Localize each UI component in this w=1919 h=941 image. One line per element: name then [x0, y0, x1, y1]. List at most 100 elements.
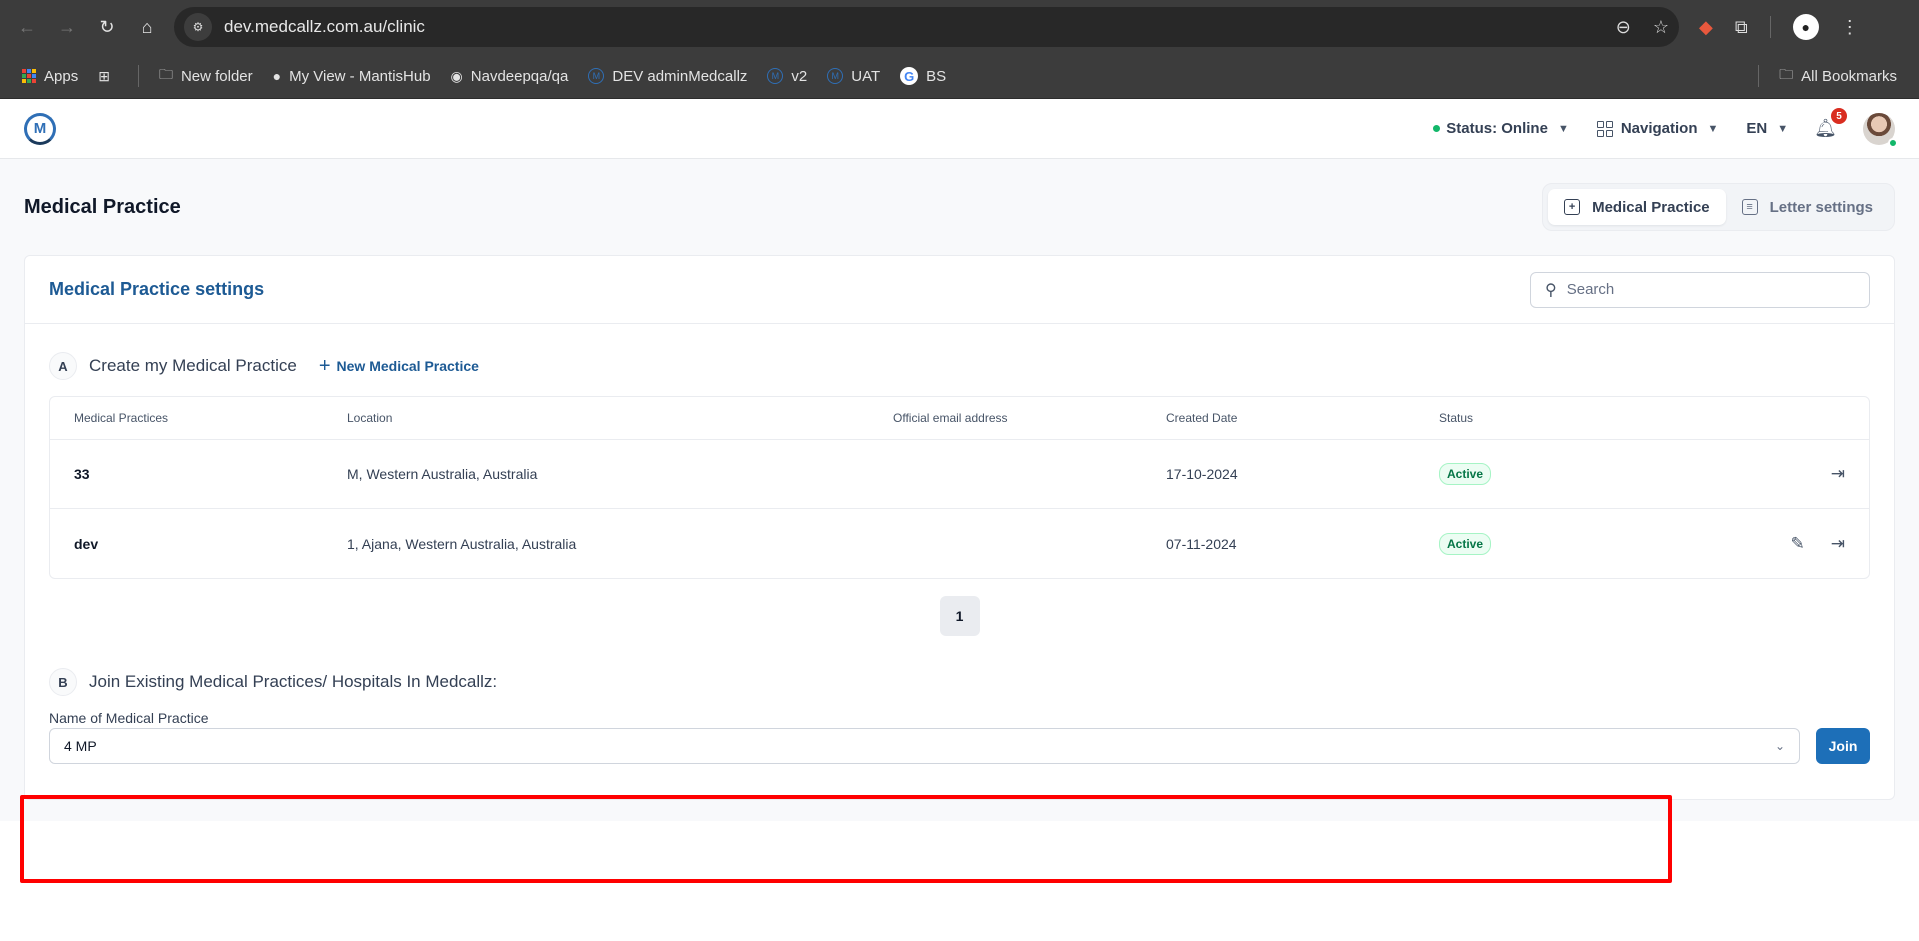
notification-count-badge: 5 — [1831, 108, 1847, 124]
bookmarks-divider — [137, 65, 139, 87]
table-row[interactable]: dev 1, Ajana, Western Australia, Austral… — [50, 509, 1869, 578]
card-title: Medical Practice settings — [49, 279, 265, 299]
join-button[interactable]: Join — [1816, 728, 1870, 764]
bookmark-v2[interactable]: Mv2 — [767, 68, 807, 85]
status-badge: Active — [1439, 463, 1492, 485]
column-header[interactable]: Status — [1439, 411, 1639, 425]
section-title: Create my Medical Practice — [89, 356, 297, 375]
chevron-down-icon: ⌄ — [1774, 739, 1785, 753]
folder-icon: 🗀 — [1779, 66, 1794, 82]
url-text[interactable]: dev.medcallz.com.au/clinic — [224, 17, 1594, 37]
table-row[interactable]: 33 M, Western Australia, Australia 17-10… — [50, 440, 1869, 509]
status-badge: Active — [1439, 532, 1492, 555]
page-number-button[interactable]: 1 — [939, 596, 980, 636]
practices-table: Medical Practices Location Official emai… — [49, 396, 1870, 579]
search-box[interactable]: ⚲ — [1530, 271, 1870, 308]
edit-pencil-icon[interactable]: ✎ — [1791, 534, 1805, 554]
medcallz-logo[interactable]: M — [24, 112, 56, 145]
reload-button[interactable]: ↻ — [90, 10, 124, 44]
search-icon: ⚲ — [1545, 281, 1557, 299]
forward-button[interactable]: → — [50, 10, 84, 44]
exit-practice-icon[interactable]: ⇥ — [1831, 534, 1845, 554]
chevron-down-icon: ▼ — [1777, 122, 1789, 135]
section-letter: B — [49, 668, 77, 696]
section-title: Join Existing Medical Practices/ Hospita… — [89, 672, 498, 691]
menu-kebab-icon[interactable]: ⋮ — [1841, 17, 1859, 38]
site-settings-icon[interactable]: ⚙ — [184, 13, 212, 41]
toolbar-divider — [1769, 16, 1771, 38]
bookmark-uat[interactable]: M UAT — [827, 68, 880, 85]
tab-letter-settings[interactable]: ≡ Letter settings — [1726, 189, 1889, 225]
medcallz-icon: M — [827, 68, 844, 84]
pagination: 1 — [49, 596, 1870, 636]
browser-toolbar: ← → ↻ ⌂ ⚙ dev.medcallz.com.au/clinic ⊖ ☆… — [0, 0, 1919, 54]
bookmark-bs[interactable]: G BS — [900, 67, 946, 85]
home-button[interactable]: ⌂ — [130, 10, 164, 44]
tab-groups-icon: ⊞ — [98, 67, 110, 84]
chevron-down-icon: ▼ — [1557, 122, 1569, 135]
bookmarks-bar: Apps ⊞ 🗀 New folder ● My View - MantisHub … — [0, 54, 1919, 99]
apps-grid-icon — [22, 69, 36, 83]
github-icon: ◉ — [450, 67, 463, 84]
tab-medical-practice[interactable]: + Medical Practice — [1548, 189, 1726, 225]
notifications-button[interactable]: 🔔︎ 5 — [1814, 108, 1847, 139]
bookmark-mantishub[interactable]: ● My View - MantisHub — [273, 68, 431, 85]
profile-icon[interactable]: ● — [1792, 14, 1819, 40]
arrow-left-icon: ← — [18, 16, 36, 37]
online-indicator — [1888, 137, 1898, 148]
folder-icon: 🗀 — [158, 66, 173, 82]
created-date: 07-11-2024 — [1166, 535, 1237, 552]
address-bar[interactable]: ⚙ dev.medcallz.com.au/clinic ⊖ ☆ — [174, 7, 1679, 47]
field-label: Name of Medical Practice — [49, 710, 209, 726]
medical-practice-select[interactable]: 4 MP ⌄ — [49, 728, 1800, 764]
practice-location: M, Western Australia, Australia — [347, 466, 538, 482]
all-bookmarks[interactable]: 🗀 All Bookmarks — [1779, 64, 1897, 88]
medcallz-icon: M — [588, 68, 605, 84]
user-avatar[interactable] — [1863, 112, 1898, 148]
bookmark-github[interactable]: ◉ Navdeepqa/qa — [451, 68, 569, 85]
plus-icon: + — [318, 354, 331, 377]
column-header[interactable]: Medical Practices — [74, 411, 347, 425]
new-medical-practice-button[interactable]: + New Medical Practice — [319, 355, 479, 378]
arrow-right-icon: → — [58, 16, 76, 37]
page-title: Medical Practice — [24, 195, 181, 218]
google-icon: G — [900, 67, 919, 85]
page-content: Medical Practice + Medical Practice ≡ Le… — [0, 159, 1919, 883]
column-header[interactable]: Location — [347, 411, 893, 425]
reload-icon: ↻ — [99, 16, 115, 37]
exit-practice-icon[interactable]: ⇥ — [1831, 464, 1845, 484]
home-icon: ⌂ — [141, 16, 153, 37]
bookmark-tab-groups[interactable]: ⊞ — [98, 68, 118, 85]
grid-icon — [1596, 120, 1613, 137]
bookmark-dev-admin[interactable]: M DEV adminMedcallz — [588, 68, 747, 85]
extensions-puzzle-icon[interactable]: ⧉ — [1735, 17, 1748, 38]
selected-value: 4 MP — [64, 738, 97, 754]
back-button[interactable]: ← — [10, 10, 44, 44]
chevron-down-icon: ▼ — [1707, 122, 1719, 135]
practice-name: dev — [74, 535, 99, 552]
column-header[interactable]: Created Date — [1166, 411, 1439, 425]
bookmarks-divider — [1758, 65, 1760, 87]
red-highlight-annotation — [20, 795, 1672, 883]
app-header: M Status: Online ▼ Navigation ▼ EN ▼ 🔔︎ … — [0, 99, 1919, 159]
table-header: Medical Practices Location Official emai… — [50, 397, 1869, 440]
section-letter: A — [49, 352, 77, 380]
extension-icon[interactable]: ◆ — [1699, 17, 1713, 38]
created-date: 17-10-2024 — [1166, 466, 1238, 482]
section-b-header: B Join Existing Medical Practices/ Hospi… — [49, 666, 1870, 698]
status-online-dot — [1433, 125, 1441, 132]
medical-cross-icon: + — [1564, 199, 1581, 215]
bookmark-star-icon[interactable]: ☆ — [1653, 17, 1669, 38]
zoom-icon[interactable]: ⊖ — [1616, 17, 1631, 38]
practice-location: 1, Ajana, Western Australia, Australia — [347, 535, 577, 552]
bookmark-apps[interactable]: Apps — [22, 68, 78, 85]
status-dropdown[interactable]: Status: Online ▼ — [1433, 120, 1569, 137]
settings-tabs: + Medical Practice ≡ Letter settings — [1542, 183, 1895, 231]
language-dropdown[interactable]: EN ▼ — [1746, 120, 1788, 137]
navigation-dropdown[interactable]: Navigation ▼ — [1596, 120, 1719, 137]
medcallz-icon: M — [767, 68, 784, 84]
bookmark-new-folder[interactable]: 🗀 New folder — [159, 64, 253, 88]
search-input[interactable] — [1566, 281, 1855, 298]
column-header[interactable]: Official email address — [893, 411, 1166, 425]
section-a-header: A Create my Medical Practice + New Medic… — [49, 350, 1870, 382]
